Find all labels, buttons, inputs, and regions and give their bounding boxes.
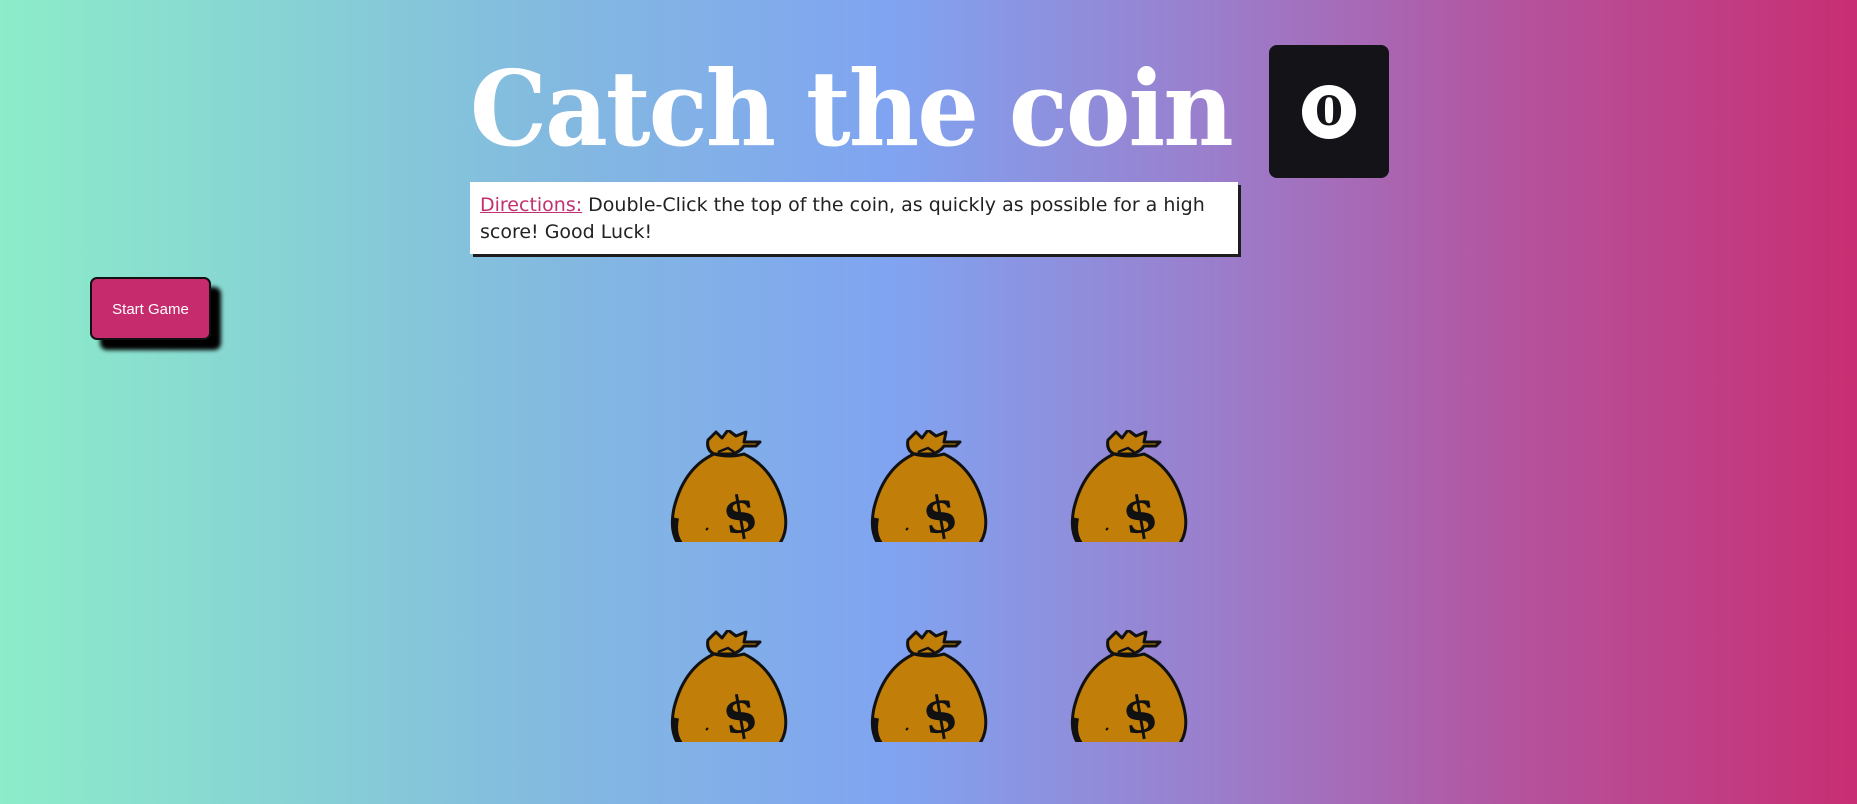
money-bag-hole[interactable]: $ bbox=[1070, 630, 1190, 742]
money-bag-hole[interactable]: $ bbox=[670, 630, 790, 742]
start-game-button[interactable]: Start Game bbox=[90, 277, 211, 340]
money-bag-grid: $ $ $ $ $ $ bbox=[670, 430, 1190, 742]
money-bag-hole[interactable]: $ bbox=[870, 430, 990, 542]
money-bag-hole[interactable]: $ bbox=[670, 430, 790, 542]
directions-text: Double-Click the top of the coin, as qui… bbox=[480, 194, 1205, 243]
money-bag-icon: $ bbox=[1070, 430, 1188, 542]
page-title: Catch the coin bbox=[470, 47, 1234, 170]
money-bag-icon: $ bbox=[670, 630, 788, 742]
money-bag-hole[interactable]: $ bbox=[870, 630, 990, 742]
money-bag-icon: $ bbox=[1070, 630, 1188, 742]
score-display: 0 bbox=[1269, 45, 1389, 178]
money-bag-icon: $ bbox=[670, 430, 788, 542]
money-bag-hole[interactable]: $ bbox=[1070, 430, 1190, 542]
money-bag-icon: $ bbox=[870, 630, 988, 742]
score-value: 0 bbox=[1302, 84, 1356, 139]
directions-panel: Directions: Double-Click the top of the … bbox=[470, 182, 1238, 254]
directions-label: Directions: bbox=[480, 194, 583, 216]
money-bag-icon: $ bbox=[870, 430, 988, 542]
